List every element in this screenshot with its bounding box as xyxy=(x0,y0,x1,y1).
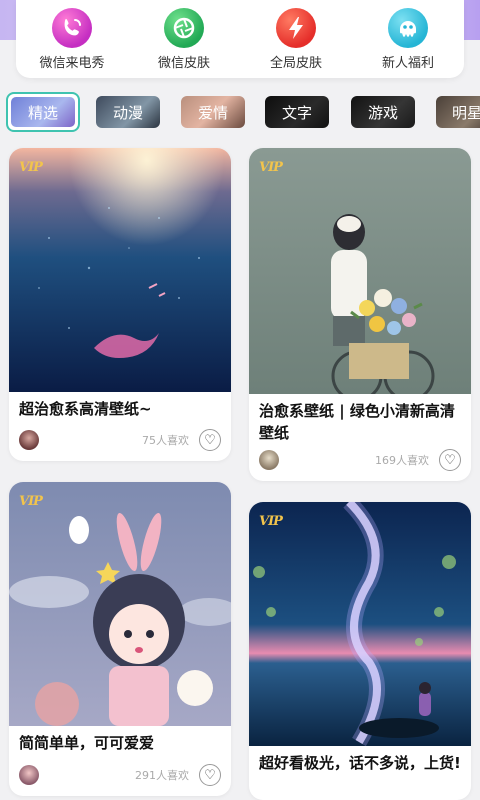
heart-icon[interactable]: ♡ xyxy=(199,429,221,451)
category-tabs: 精选 动漫 爱情 文字 游戏 明星 xyxy=(0,90,480,134)
tab-label: 精选 xyxy=(11,97,75,127)
author-avatar[interactable] xyxy=(19,765,39,785)
vip-badge: VIP xyxy=(259,160,283,175)
wallpaper-thumbnail: VIP xyxy=(9,482,231,726)
shortcut-wechat-call-show[interactable]: 微信来电秀 xyxy=(17,8,127,71)
card-meta: 75人喜欢 ♡ xyxy=(19,429,221,451)
tab-romance[interactable]: 爱情 xyxy=(181,96,245,128)
wallpaper-card[interactable]: VIP 超治愈系高清壁纸~ 75人喜欢 ♡ xyxy=(9,148,231,461)
tab-text[interactable]: 文字 xyxy=(265,96,329,128)
card-meta: 169人喜欢 ♡ xyxy=(259,449,461,471)
wallpaper-card[interactable]: VIP 治愈系壁纸 | 绿色小清新高清壁纸 169人喜欢 ♡ xyxy=(249,148,471,481)
shortcut-label: 新人福利 xyxy=(381,56,434,71)
card-title: 治愈系壁纸 | 绿色小清新高清壁纸 xyxy=(259,402,455,442)
camera-shutter-icon xyxy=(164,8,204,48)
card-meta: 291人喜欢 ♡ xyxy=(19,764,221,786)
wallpaper-thumbnail: VIP xyxy=(9,148,231,392)
wallpaper-card[interactable]: VIP 超好看极光，话不多说，上货! xyxy=(249,502,471,800)
like-count: 291人喜欢 xyxy=(135,769,189,782)
card-title: 超治愈系高清壁纸~ xyxy=(19,400,152,418)
card-title: 简简单单，可可爱爱 xyxy=(19,734,155,752)
author-avatar[interactable] xyxy=(19,430,39,450)
like-count: 75人喜欢 xyxy=(142,434,189,447)
heart-icon[interactable]: ♡ xyxy=(439,449,461,471)
tab-games[interactable]: 游戏 xyxy=(351,96,415,128)
tab-anime[interactable]: 动漫 xyxy=(96,96,160,128)
shortcut-global-skin[interactable]: 全局皮肤 xyxy=(241,8,351,71)
shortcut-label: 微信皮肤 xyxy=(157,56,210,71)
octopus-gift-icon xyxy=(388,8,428,48)
heart-icon[interactable]: ♡ xyxy=(199,764,221,786)
vip-badge: VIP xyxy=(259,514,283,529)
card-title: 超好看极光，话不多说，上货! xyxy=(259,754,461,772)
shortcut-label: 全局皮肤 xyxy=(269,56,322,71)
shortcut-wechat-skin[interactable]: 微信皮肤 xyxy=(129,8,239,71)
vip-badge: VIP xyxy=(19,160,43,175)
tab-celebrity[interactable]: 明星 xyxy=(436,96,480,128)
wallpaper-thumbnail: VIP xyxy=(249,148,471,394)
author-avatar[interactable] xyxy=(259,450,279,470)
vip-badge: VIP xyxy=(19,494,43,509)
like-count: 169人喜欢 xyxy=(375,454,429,467)
lightning-icon xyxy=(276,8,316,48)
shortcut-bar: 微信来电秀 微信皮肤 全局皮肤 新人福利 xyxy=(16,0,464,78)
wallpaper-thumbnail: VIP xyxy=(249,502,471,746)
shortcut-label: 微信来电秀 xyxy=(39,56,105,71)
phone-call-icon xyxy=(52,8,92,48)
tab-featured[interactable]: 精选 xyxy=(6,92,80,132)
wallpaper-card[interactable]: VIP 简简单单，可可爱爱 291人喜欢 ♡ xyxy=(9,482,231,796)
shortcut-newbie-gift[interactable]: 新人福利 xyxy=(353,8,463,71)
